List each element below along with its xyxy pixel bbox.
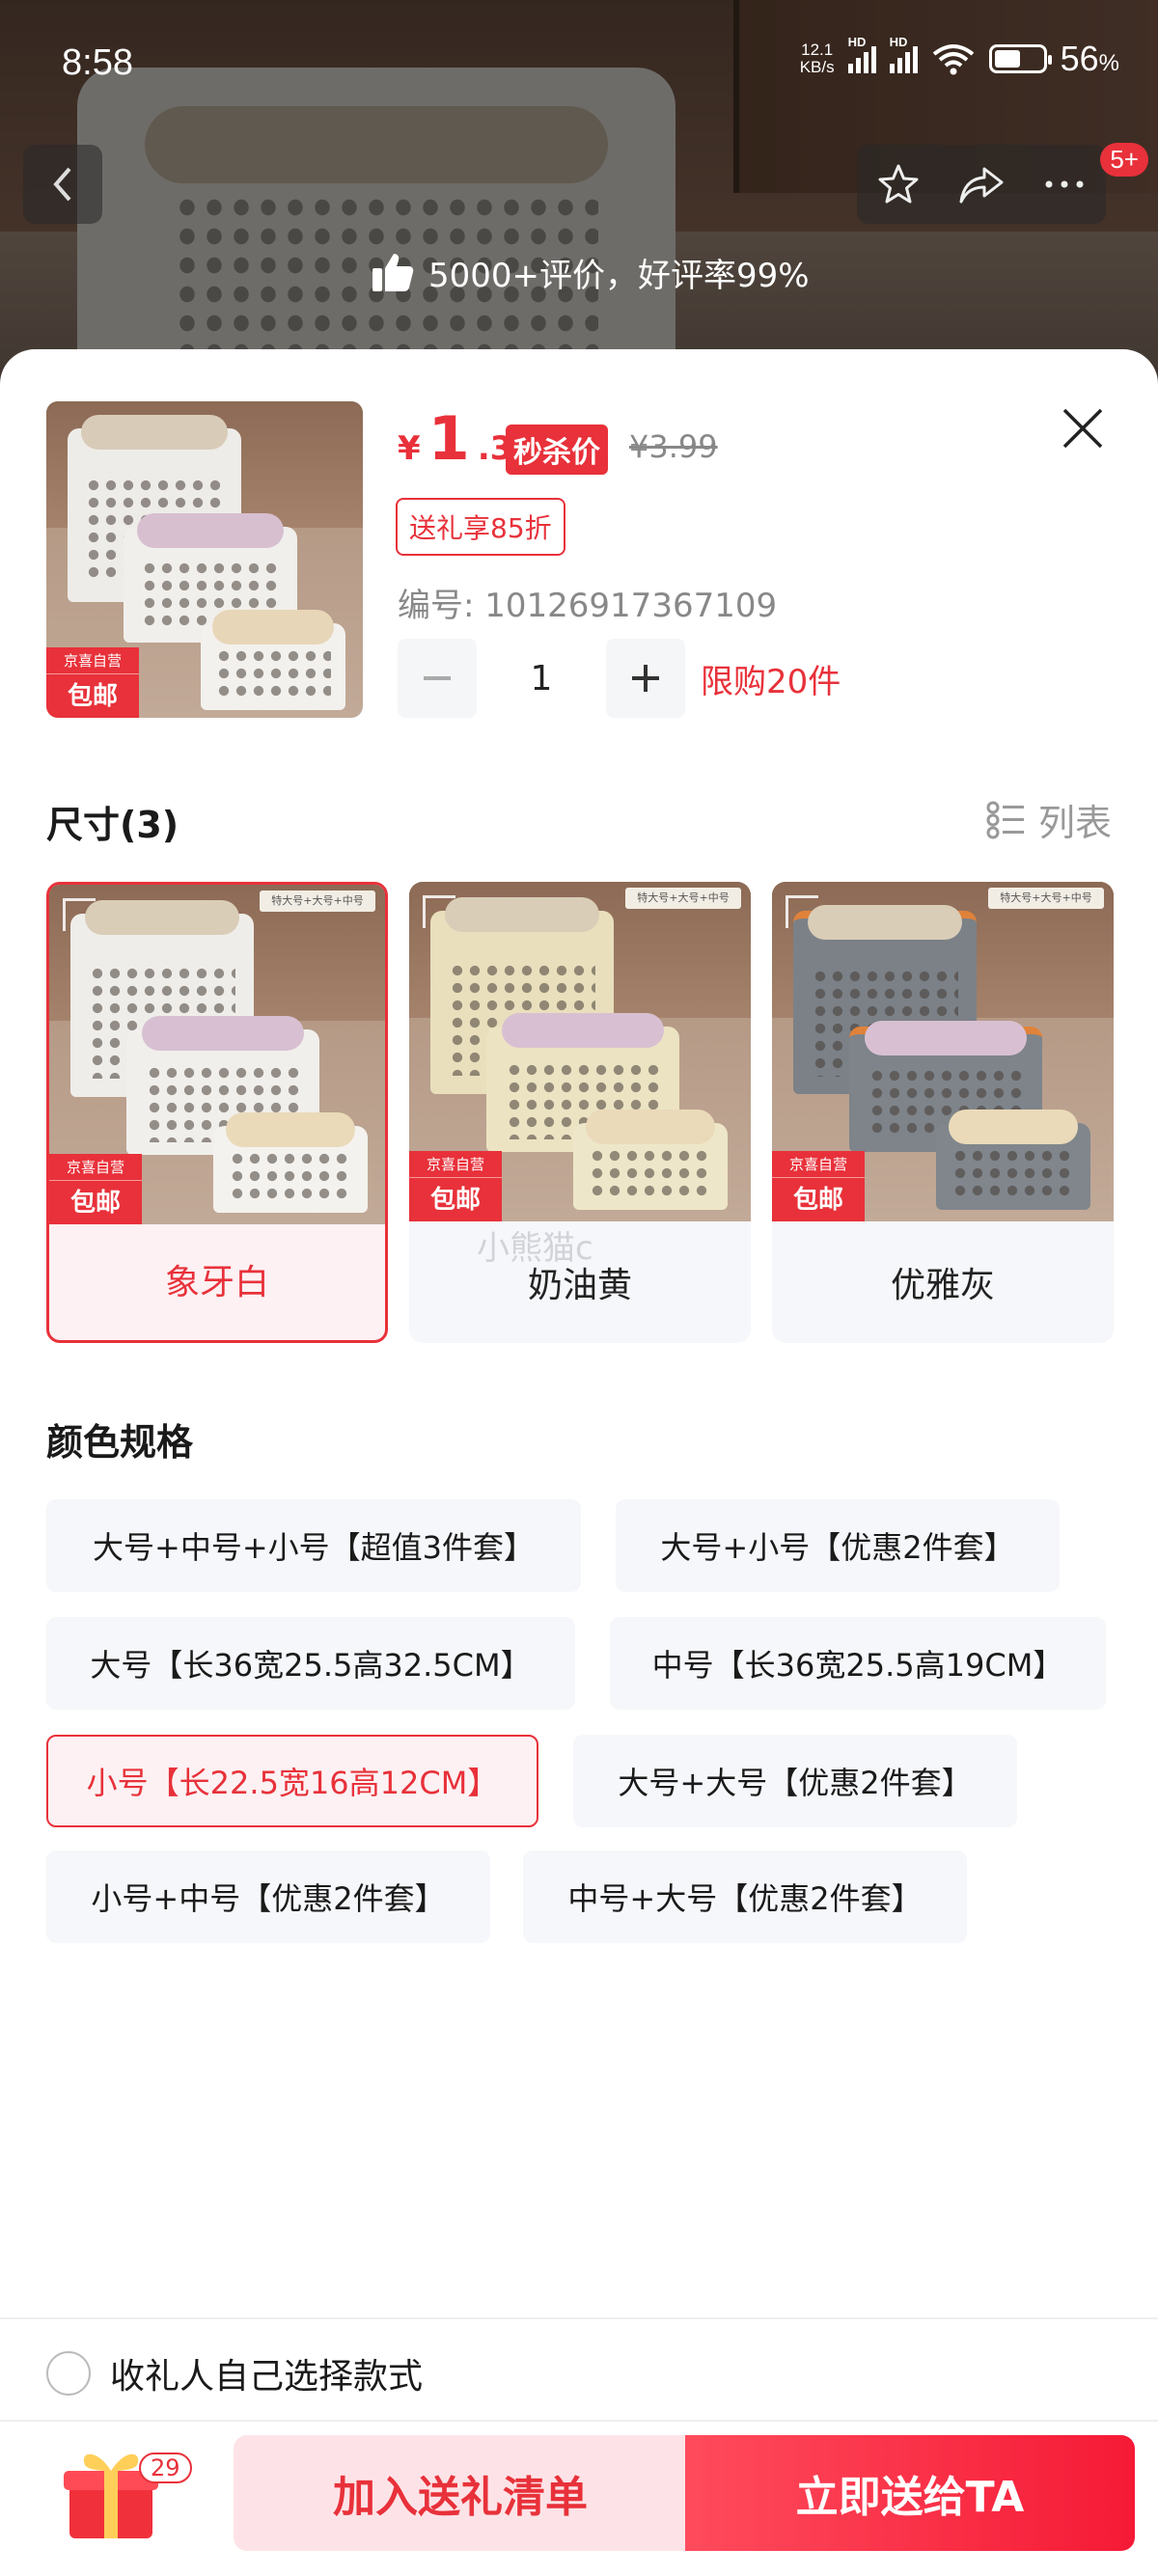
size-option-ivory[interactable]: 特大号+大号+中号 京喜自营 包邮 象牙白 [46, 882, 388, 1343]
add-to-gift-list-button[interactable]: 加入送礼清单 [234, 2435, 687, 2551]
gift-discount-badge: 送礼享85折 [396, 498, 565, 556]
seckill-badge: 秒杀价 [506, 425, 608, 475]
review-text: 5000+评价，好评率99% [428, 256, 810, 295]
spec-option[interactable]: 大号+小号【优惠2件套】 [616, 1499, 1060, 1592]
recipient-choose-option[interactable]: 收礼人自己选择款式 [46, 2348, 423, 2398]
increase-button[interactable] [606, 639, 685, 718]
size-option-cream[interactable]: 特大号+大号+中号 京喜自营 包邮 奶油黄 [409, 882, 751, 1343]
radio-button[interactable] [46, 2351, 91, 2396]
plus-icon [632, 665, 659, 692]
spec-option[interactable]: 大号【长36宽25.5高32.5CM】 [46, 1617, 575, 1710]
divider [0, 2317, 1158, 2319]
size-option-label: 优雅灰 [890, 1266, 995, 1305]
size-option-image: 特大号+大号+中号 京喜自营 包邮 [409, 882, 751, 1221]
star-icon [878, 164, 919, 204]
battery-icon [988, 44, 1052, 73]
close-icon [1062, 408, 1103, 449]
status-bar: 8:58 12.1 KB/s HD HD 56% [0, 0, 1158, 135]
net-speed: 12.1 KB/s [799, 41, 835, 76]
chevron-left-icon [53, 167, 71, 202]
more-button[interactable] [1023, 145, 1106, 224]
send-gift-now-button[interactable]: 立即送给TA [685, 2435, 1135, 2551]
size-option-image: 特大号+大号+中号 京喜自营 包邮 [49, 885, 385, 1224]
sku-selector-sheet: 京喜自营 包邮 ¥ 1 .39 秒杀价 ¥3.99 送礼享85折 编号: 101… [0, 349, 1158, 2576]
decrease-button[interactable] [398, 639, 477, 718]
purchase-limit: 限购20件 [701, 662, 841, 701]
spec-option[interactable]: 中号【长36宽25.5高19CM】 [610, 1617, 1106, 1710]
original-price: ¥3.99 [629, 428, 718, 465]
battery-percent: 56% [1060, 39, 1119, 78]
spec-section-title: 颜色规格 [46, 1421, 194, 1464]
review-summary[interactable]: 5000+评价，好评率99% [347, 235, 833, 309]
status-time: 8:58 [62, 42, 133, 83]
product-code: 编号: 10126917367109 [398, 587, 778, 625]
product-thumbnail[interactable]: 京喜自营 包邮 [46, 401, 363, 718]
watermark: 小熊猫c [477, 1229, 593, 1268]
jd-self-operated-tag: 京喜自营 包邮 [49, 1154, 142, 1224]
spec-option[interactable]: 大号+大号【优惠2件套】 [573, 1735, 1017, 1827]
favorite-button[interactable] [857, 145, 940, 224]
thumbs-up-icon [372, 254, 414, 291]
spec-option[interactable]: 小号+中号【优惠2件套】 [46, 1850, 490, 1943]
list-view-toggle[interactable]: 列表 [986, 793, 1112, 846]
spec-option[interactable]: 大号+中号+小号【超值3件套】 [46, 1499, 581, 1592]
close-button[interactable] [1054, 399, 1112, 457]
share-icon [959, 167, 1004, 204]
cell-signal-icon: HD [847, 35, 876, 73]
more-dots-icon [1045, 180, 1084, 188]
size-section-title: 尺寸(3) [46, 804, 179, 846]
list-view-icon [986, 801, 1024, 838]
jd-self-operated-tag: 京喜自营 包邮 [46, 647, 139, 718]
divider [0, 2420, 1158, 2422]
size-option-label: 象牙白 [164, 1263, 269, 1302]
wifi-icon [932, 44, 974, 75]
size-option-gray[interactable]: 特大号+大号+中号 京喜自营 包邮 优雅灰 [772, 882, 1114, 1343]
jd-self-operated-tag: 京喜自营 包邮 [772, 1151, 865, 1221]
more-badge: 5+ [1100, 143, 1148, 177]
gift-count-badge: 29 [139, 2453, 192, 2483]
recipient-choose-label: 收礼人自己选择款式 [110, 2357, 424, 2397]
spec-option[interactable]: 中号+大号【优惠2件套】 [523, 1850, 967, 1943]
spec-option-selected[interactable]: 小号【长22.5宽16高12CM】 [46, 1735, 538, 1827]
back-button[interactable] [23, 145, 102, 224]
share-button[interactable] [940, 145, 1023, 224]
quantity-value[interactable]: 1 [477, 659, 606, 699]
minus-icon [424, 676, 451, 680]
jd-self-operated-tag: 京喜自营 包邮 [409, 1151, 502, 1221]
quantity-stepper: 1 限购20件 [398, 639, 841, 718]
size-option-image: 特大号+大号+中号 京喜自营 包邮 [772, 882, 1114, 1221]
cell-signal-2-icon: HD [889, 35, 918, 73]
top-actions [857, 145, 1106, 224]
